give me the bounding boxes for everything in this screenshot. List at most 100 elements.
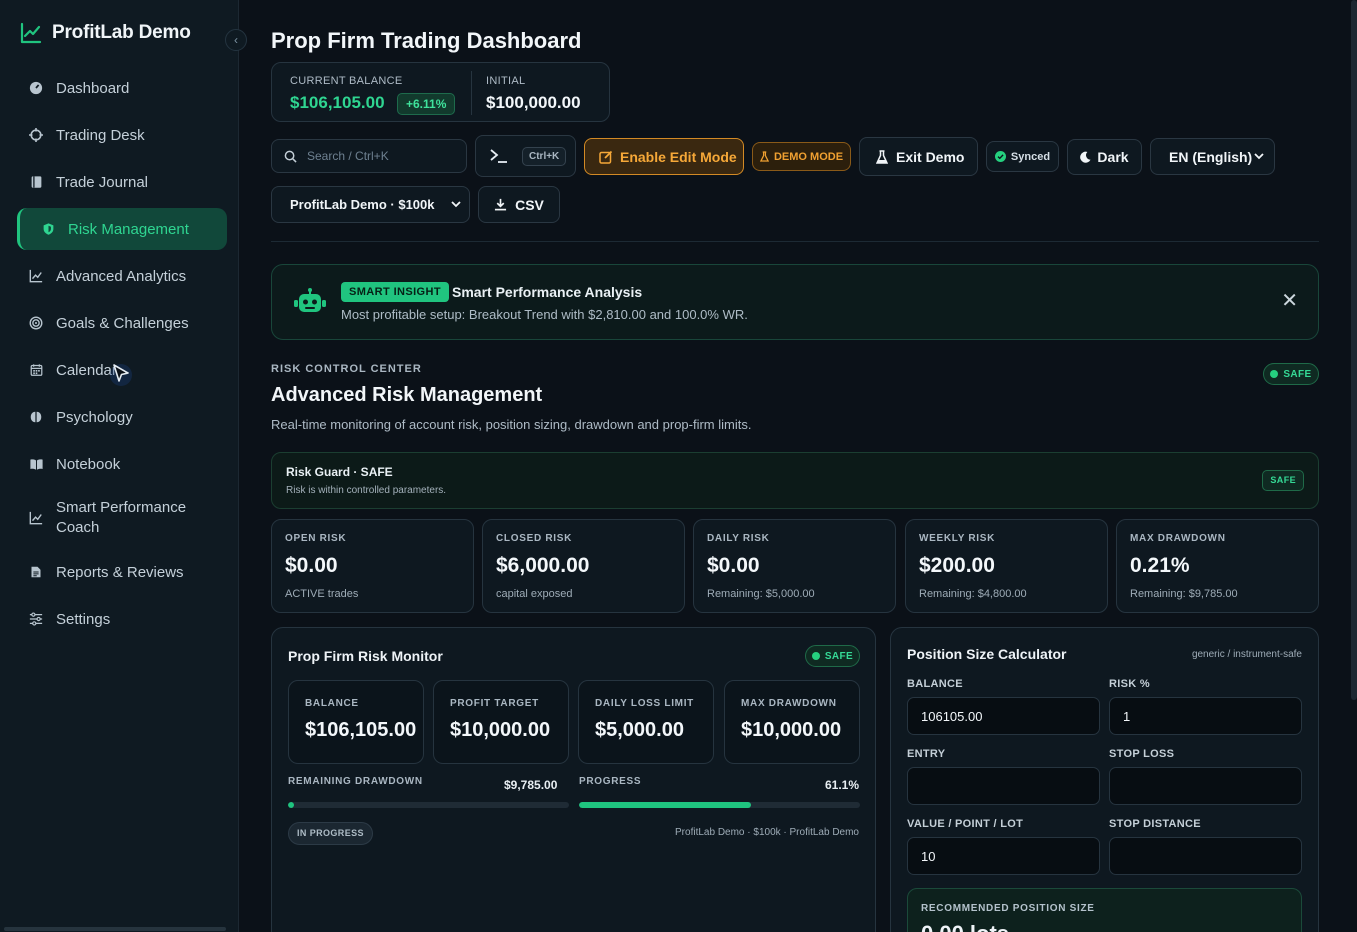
sidebar-item-label: Settings <box>56 610 111 628</box>
sidebar-item-label: Notebook <box>56 455 121 473</box>
target-icon <box>28 315 44 331</box>
sidebar-item-risk-management[interactable]: Risk Management <box>17 208 227 250</box>
sync-status-badge: Synced <box>986 141 1059 172</box>
chart-line-icon <box>20 22 42 44</box>
sidebar-item-dashboard[interactable]: Dashboard <box>17 67 227 109</box>
risk-percent-input[interactable] <box>1109 697 1302 735</box>
journal-icon <box>28 174 44 190</box>
flask-icon <box>759 151 769 162</box>
sidebar-item-goals-challenges[interactable]: Goals & Challenges <box>17 302 227 344</box>
account-select[interactable]: ProfitLab Demo · $100k <box>271 186 470 223</box>
monitor-status-badge: SAFE <box>805 645 860 667</box>
search-field[interactable] <box>271 139 467 173</box>
sidebar-item-settings[interactable]: Settings <box>17 598 227 640</box>
sidebar-item-trade-journal[interactable]: Trade Journal <box>17 161 227 203</box>
demo-mode-badge: DEMO MODE <box>752 142 851 171</box>
max-drawdown-limit-card: MAX DRAWDOWN $10,000.00 <box>724 680 860 764</box>
csv-export-button[interactable]: CSV <box>478 186 560 223</box>
insight-text: Most profitable setup: Breakout Trend wi… <box>341 307 748 322</box>
exit-demo-button[interactable]: Exit Demo <box>859 137 978 176</box>
risk-percent-label: RISK % <box>1109 678 1150 690</box>
sidebar-item-label: Reports & Reviews <box>56 563 184 581</box>
current-balance-value: $106,105.00 <box>290 93 385 112</box>
line-chart-icon <box>28 268 44 284</box>
mouse-pointer-icon <box>110 364 132 386</box>
search-input[interactable] <box>307 149 457 163</box>
csv-label: CSV <box>515 196 544 213</box>
stat-label: CLOSED RISK <box>496 533 573 544</box>
metric-label: PROFIT TARGET <box>450 698 539 709</box>
sidebar-nav: Dashboard Trading Desk Trade Journal Ris… <box>17 67 227 645</box>
page-scrollbar[interactable] <box>1351 0 1357 700</box>
collapse-sidebar-button[interactable]: ‹ <box>225 29 247 51</box>
sidebar-item-label: Advanced Analytics <box>56 267 187 285</box>
sidebar-item-label: Calendar <box>56 361 117 379</box>
gauge-icon <box>28 80 44 96</box>
daily-loss-limit-card: DAILY LOSS LIMIT $5,000.00 <box>578 680 714 764</box>
stat-label: OPEN RISK <box>285 533 347 544</box>
language-value: EN (English) <box>1169 148 1253 165</box>
stat-subtext: Remaining: $5,000.00 <box>707 588 815 600</box>
account-value: ProfitLab Demo · $100k <box>290 197 435 212</box>
metric-label: BALANCE <box>305 698 359 709</box>
entry-input[interactable] <box>907 767 1100 805</box>
sidebar-item-label: Psychology <box>56 408 133 426</box>
insight-title: Smart Performance Analysis <box>452 284 643 300</box>
metric-label: DAILY LOSS LIMIT <box>595 698 694 709</box>
stat-subtext: Remaining: $4,800.00 <box>919 588 1027 600</box>
remaining-drawdown-fill <box>288 802 294 808</box>
sidebar-item-reports-reviews[interactable]: Reports & Reviews <box>17 551 227 593</box>
command-palette-button[interactable]: Ctrl+K <box>475 135 576 177</box>
risk-guard-badge: SAFE <box>1262 470 1304 491</box>
main-content: Prop Firm Trading Dashboard CURRENT BALA… <box>239 0 1357 932</box>
recommended-size-value: 0.00 lots <box>921 921 1009 932</box>
closed-risk-card: CLOSED RISK $6,000.00 capital exposed <box>482 519 685 613</box>
sidebar-item-notebook[interactable]: Notebook <box>17 443 227 485</box>
sidebar-item-advanced-analytics[interactable]: Advanced Analytics <box>17 255 227 297</box>
metric-value: $5,000.00 <box>595 719 684 741</box>
sidebar-item-trading-desk[interactable]: Trading Desk <box>17 114 227 156</box>
position-size-calculator: Position Size Calculator generic / instr… <box>890 627 1319 932</box>
metric-value: $10,000.00 <box>450 719 551 741</box>
moon-icon <box>1080 151 1091 163</box>
max-drawdown-card: MAX DRAWDOWN 0.21% Remaining: $9,785.00 <box>1116 519 1319 613</box>
balance-input[interactable] <box>907 697 1100 735</box>
brand-title: ProfitLab Demo <box>52 22 191 43</box>
divider <box>271 241 1319 242</box>
stop-distance-input[interactable] <box>1109 837 1302 875</box>
language-select[interactable]: EN (English) <box>1150 138 1275 175</box>
value-per-point-input[interactable] <box>907 837 1100 875</box>
stop-loss-input[interactable] <box>1109 767 1302 805</box>
robot-icon <box>294 288 326 312</box>
sidebar-item-smart-performance-coach[interactable]: Smart Performance Coach <box>17 490 227 546</box>
panel-title: Prop Firm Risk Monitor <box>288 648 443 664</box>
check-circle-icon <box>994 151 1006 162</box>
remaining-drawdown-label: REMAINING DRAWDOWN <box>288 776 423 787</box>
sidebar-item-label: Risk Management <box>68 220 189 238</box>
theme-label: Dark <box>1097 149 1129 165</box>
sidebar-item-psychology[interactable]: Psychology <box>17 396 227 438</box>
shield-icon <box>40 221 56 237</box>
entry-field-label: ENTRY <box>907 748 946 760</box>
stat-label: WEEKLY RISK <box>919 533 996 544</box>
risk-guard-text: Risk is within controlled parameters. <box>286 485 447 496</box>
stat-label: MAX DRAWDOWN <box>1130 533 1226 544</box>
theme-toggle-button[interactable]: Dark <box>1067 139 1142 175</box>
flask-icon <box>876 149 888 164</box>
close-icon[interactable]: ✕ <box>1281 291 1298 311</box>
edit-mode-label: Enable Edit Mode <box>620 148 737 165</box>
risk-status-badge: SAFE <box>1263 363 1319 385</box>
sidebar-scrollbar[interactable] <box>4 927 226 931</box>
open-risk-card: OPEN RISK $0.00 ACTIVE trades <box>271 519 474 613</box>
metric-value: $10,000.00 <box>741 719 842 741</box>
edit-icon <box>599 150 613 164</box>
daily-risk-card: DAILY RISK $0.00 Remaining: $5,000.00 <box>693 519 896 613</box>
monitor-status-label: SAFE <box>824 650 854 662</box>
shortcut-hint: Ctrl+K <box>522 146 567 166</box>
brand[interactable]: ProfitLab Demo <box>20 22 191 44</box>
remaining-drawdown-bar <box>288 802 569 808</box>
report-file-icon <box>28 564 44 580</box>
enable-edit-mode-button[interactable]: Enable Edit Mode <box>584 138 744 175</box>
stat-subtext: capital exposed <box>496 588 573 600</box>
risk-guard-panel: Risk Guard · SAFE Risk is within control… <box>271 452 1319 509</box>
